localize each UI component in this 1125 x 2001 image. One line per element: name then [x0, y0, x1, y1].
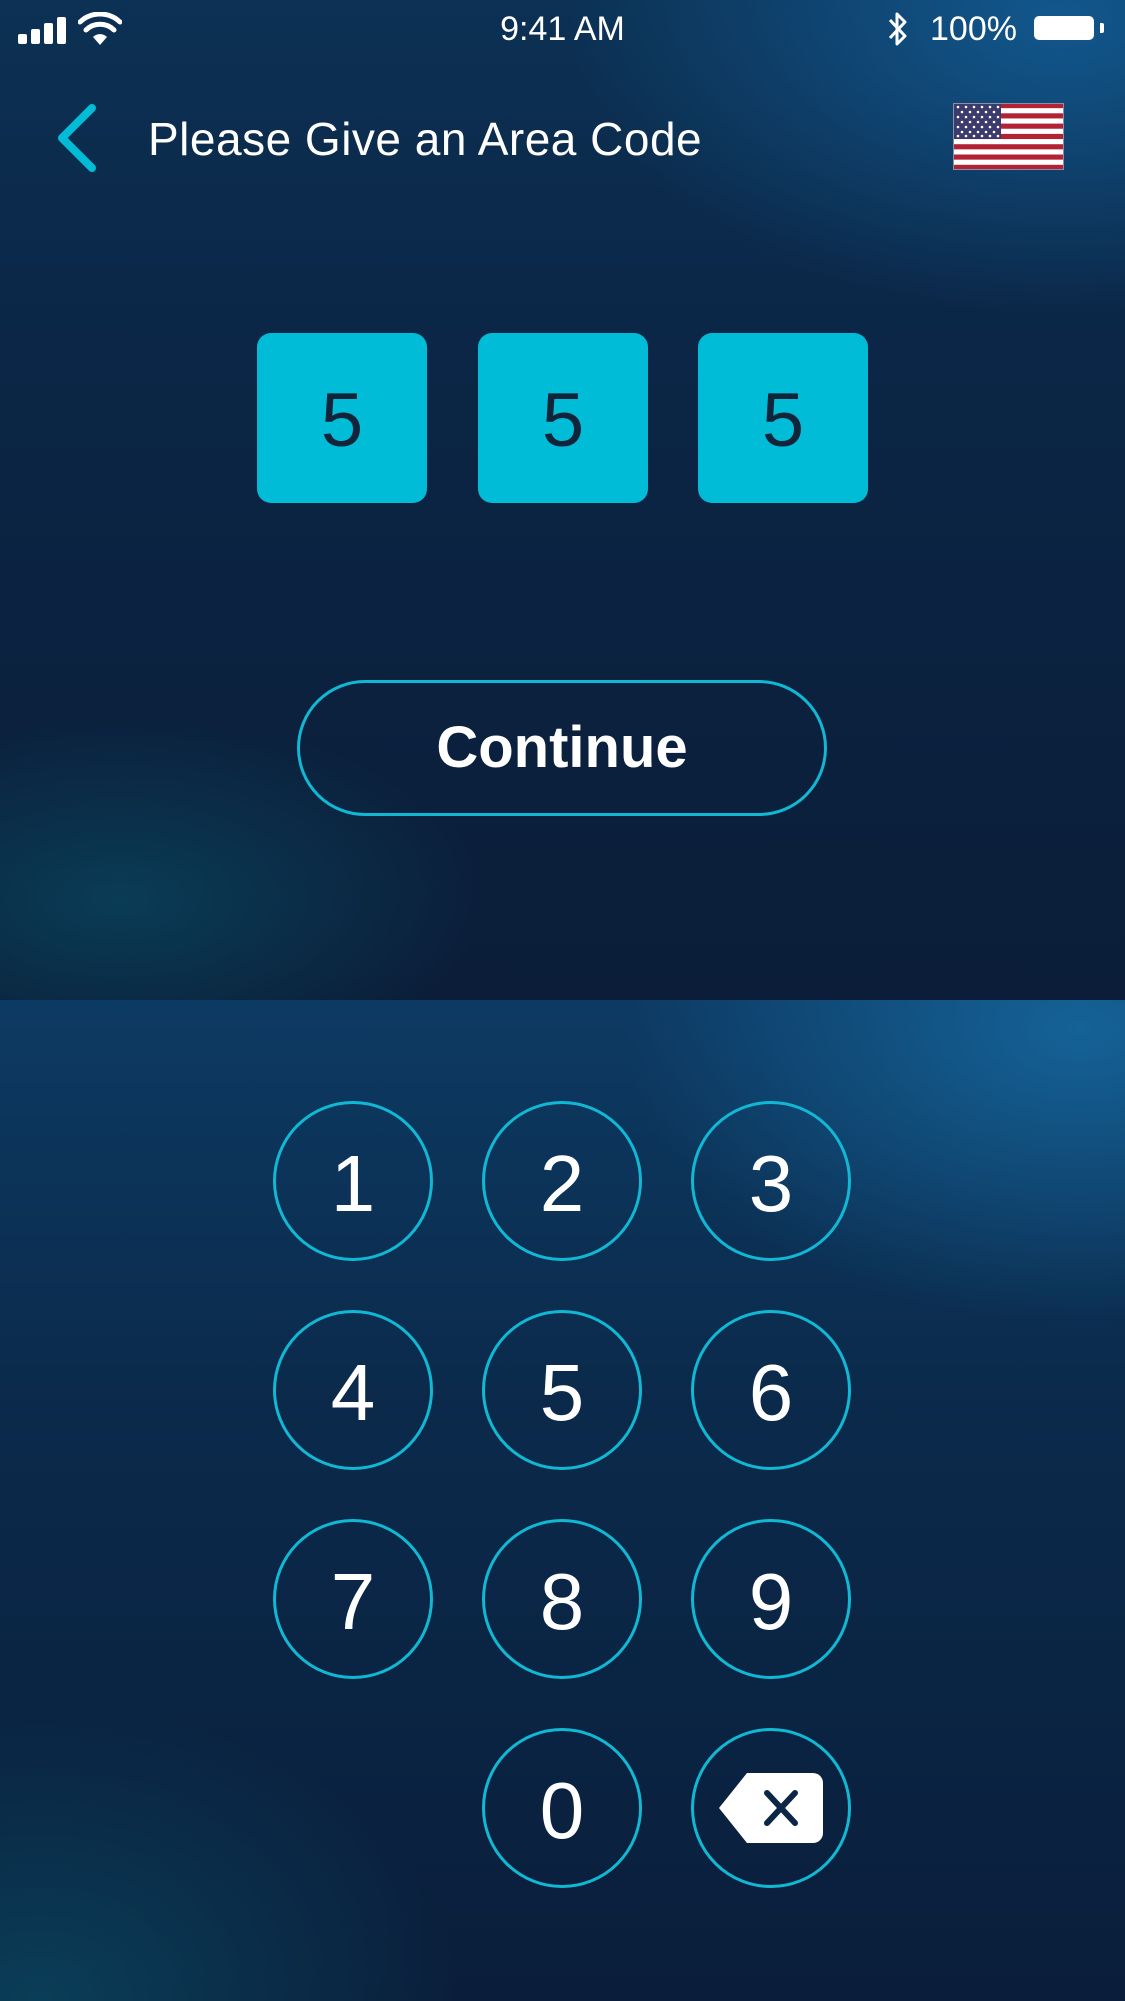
keypad-key-5[interactable]: 5 [482, 1310, 642, 1470]
key-label: 4 [330, 1348, 376, 1437]
keypad-key-2[interactable]: 2 [482, 1101, 642, 1261]
battery-nub [1100, 23, 1104, 33]
keypad-key-0[interactable]: 0 [482, 1728, 642, 1888]
bluetooth-icon [888, 12, 907, 46]
keypad-key-7[interactable]: 7 [273, 1519, 433, 1679]
key-label: 8 [539, 1557, 585, 1646]
back-button[interactable] [52, 102, 108, 174]
keypad-key-3[interactable]: 3 [691, 1101, 851, 1261]
key-label: 9 [748, 1557, 794, 1646]
key-label: 6 [748, 1348, 794, 1437]
keypad-key-4[interactable]: 4 [273, 1310, 433, 1470]
keypad-key-9[interactable]: 9 [691, 1519, 851, 1679]
backspace-button[interactable] [691, 1728, 851, 1888]
key-label: 2 [539, 1139, 585, 1228]
page-title: Please Give an Area Code [148, 113, 703, 165]
us-flag-icon [953, 103, 1064, 170]
area-code-display: 5 5 5 [257, 333, 868, 503]
keypad-key-6[interactable]: 6 [691, 1310, 851, 1470]
key-label: 1 [330, 1139, 376, 1228]
country-selector-button[interactable] [953, 103, 1064, 170]
code-digit-box[interactable]: 5 [257, 333, 427, 503]
code-digit-box[interactable]: 5 [478, 333, 648, 503]
key-label: 0 [539, 1766, 585, 1855]
key-label: 3 [748, 1139, 794, 1228]
battery-percentage: 100% [930, 10, 1017, 48]
code-digit-box[interactable]: 5 [698, 333, 868, 503]
continue-button[interactable]: Continue [297, 680, 827, 816]
battery-icon [1034, 16, 1094, 40]
key-label: 5 [539, 1348, 585, 1437]
backspace-icon [719, 1773, 823, 1843]
keypad-key-8[interactable]: 8 [482, 1519, 642, 1679]
key-label: 7 [330, 1557, 376, 1646]
keypad-key-1[interactable]: 1 [273, 1101, 433, 1261]
status-bar: 9:41 AM 100% [0, 0, 1125, 60]
chevron-left-icon [58, 104, 96, 172]
